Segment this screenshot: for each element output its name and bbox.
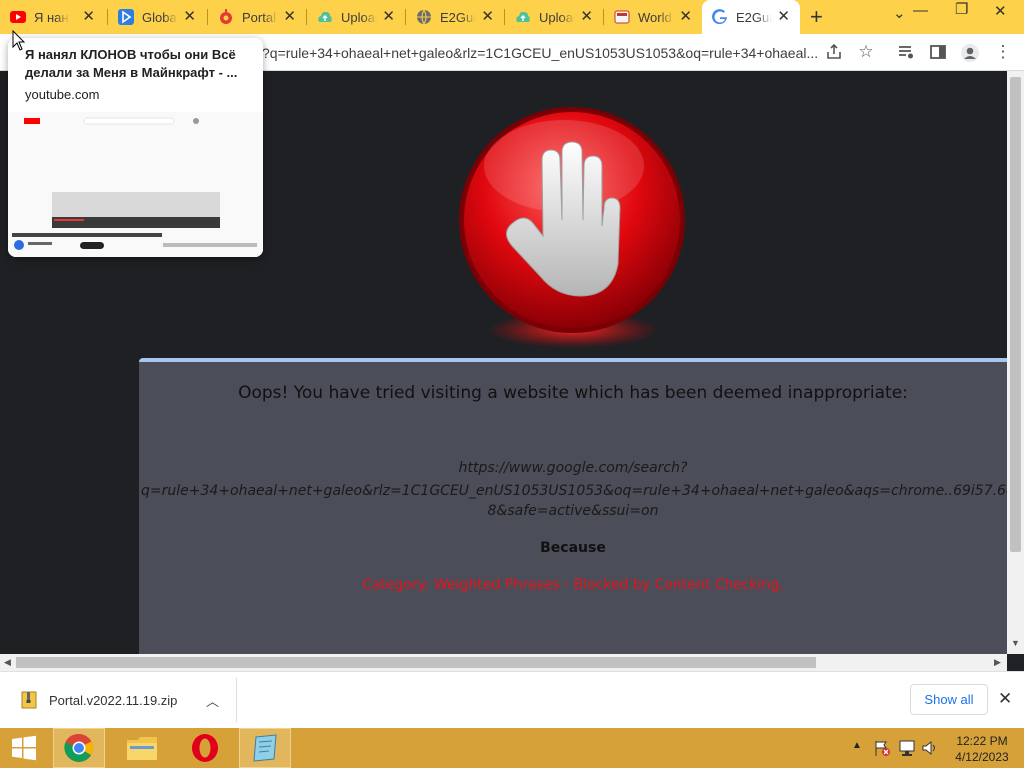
bookmark-star-icon[interactable]: ☆ — [857, 43, 875, 61]
close-tab-icon[interactable]: ✕ — [679, 9, 692, 25]
horizontal-scrollbar[interactable]: ◀ ▶ — [0, 654, 1007, 671]
new-tab-icon[interactable]: + — [810, 4, 823, 30]
close-downloads-icon[interactable]: ✕ — [998, 689, 1012, 709]
tab-strip: Я нанял ✕ Global ✕ Portal ✕ Upload ✕ E2G… — [0, 0, 1024, 34]
close-tab-icon[interactable]: ✕ — [82, 9, 95, 25]
youtube-icon — [10, 9, 26, 25]
minimize-icon[interactable]: — — [913, 2, 928, 19]
windows-logo-icon — [12, 735, 36, 761]
folder-icon — [127, 737, 157, 760]
clock-time: 12:22 PM — [956, 734, 1008, 748]
tray-expand-icon[interactable]: ▲ — [852, 740, 862, 751]
divider — [236, 678, 237, 722]
google-icon — [712, 9, 728, 25]
opera-icon — [192, 734, 218, 762]
tab-world[interactable]: World ✕ — [604, 0, 702, 34]
close-tab-icon[interactable]: ✕ — [283, 9, 296, 25]
tab-title: Upload — [539, 9, 575, 25]
play-icon — [118, 9, 134, 25]
profile-avatar-icon[interactable] — [960, 43, 979, 62]
hover-card-preview — [8, 112, 263, 257]
tab-e2guard-active[interactable]: E2Guard ✕ — [702, 0, 800, 34]
tab-portal[interactable]: Portal ✕ — [208, 0, 306, 34]
horizontal-scroll-thumb[interactable] — [16, 657, 816, 668]
tab-title: E2Guard — [440, 9, 476, 25]
share-icon[interactable] — [825, 43, 843, 61]
opera-taskbar-button[interactable] — [179, 728, 231, 768]
blocked-url: https://www.google.com/search? — [458, 460, 688, 476]
taskbar: ▲ 12:22 PM 4/12/2023 — [0, 728, 1024, 768]
address-bar[interactable]: ?q=rule+34+ohaeal+net+galeo&rlz=1C1GCEU_… — [262, 45, 818, 61]
chrome-icon — [64, 733, 94, 762]
close-window-icon[interactable]: ✕ — [994, 2, 1007, 20]
block-category: Category: Weighted Phrases - Blocked by … — [362, 577, 784, 593]
tab-title: World — [638, 9, 672, 25]
block-heading: Oops! You have tried visiting a website … — [238, 383, 908, 403]
reading-list-icon[interactable] — [897, 43, 915, 61]
downloads-bar: Portal.v2022.11.19.zip ︿ Show all ✕ — [0, 671, 1024, 728]
blocked-url: 8&safe=active&ssui=on — [487, 503, 659, 519]
network-icon[interactable] — [898, 739, 916, 762]
system-clock[interactable]: 12:22 PM 4/12/2023 — [950, 733, 1014, 765]
vertical-scrollbar[interactable]: ▼ — [1007, 71, 1024, 654]
restore-icon[interactable]: ❐ — [955, 0, 968, 18]
close-tab-icon[interactable]: ✕ — [481, 9, 494, 25]
zip-file-icon — [21, 691, 37, 714]
chevron-up-icon[interactable]: ︿ — [206, 691, 219, 710]
scroll-left-arrow-icon[interactable]: ◀ — [4, 657, 11, 668]
because-label: Because — [540, 540, 606, 556]
notepad-icon — [253, 734, 277, 762]
block-message-panel: Oops! You have tried visiting a website … — [139, 358, 1007, 654]
download-filename[interactable]: Portal.v2022.11.19.zip — [49, 693, 177, 708]
action-center-flag-icon[interactable] — [873, 739, 891, 762]
more-menu-icon[interactable]: ⋮ — [994, 43, 1012, 61]
tab-title: Upload — [341, 9, 377, 25]
tab-upload-2[interactable]: Upload ✕ — [505, 0, 603, 34]
vertical-scroll-thumb[interactable] — [1010, 77, 1021, 552]
tab-youtube[interactable]: Я нанял ✕ — [0, 0, 105, 34]
scroll-down-arrow-icon[interactable]: ▼ — [1011, 638, 1020, 648]
tab-search-chevron-icon[interactable]: ⌄ — [893, 4, 906, 22]
tab-title: Portal — [242, 9, 276, 25]
tab-e2guard[interactable]: E2Guard ✕ — [406, 0, 504, 34]
world-icon — [614, 9, 630, 25]
close-tab-icon[interactable]: ✕ — [777, 9, 790, 25]
hover-card-domain: youtube.com — [25, 87, 100, 102]
start-button[interactable] — [0, 728, 48, 768]
mouse-cursor-icon — [12, 29, 26, 57]
file-explorer-taskbar-button[interactable] — [116, 728, 168, 768]
side-panel-icon[interactable] — [929, 43, 947, 61]
volume-icon[interactable] — [921, 739, 939, 762]
upload-icon — [317, 9, 333, 25]
portal-icon — [218, 9, 234, 25]
close-tab-icon[interactable]: ✕ — [580, 9, 593, 25]
upload-icon — [515, 9, 531, 25]
tab-title: E2Guard — [736, 9, 772, 25]
globe-icon — [416, 9, 432, 25]
stop-hand-icon — [452, 104, 694, 352]
notepad-taskbar-button[interactable] — [239, 728, 291, 768]
tab-title: Global — [142, 9, 178, 25]
show-all-button[interactable]: Show all — [910, 684, 988, 715]
tab-title: Я нанял — [34, 9, 70, 25]
clock-date: 4/12/2023 — [955, 750, 1009, 764]
close-tab-icon[interactable]: ✕ — [183, 9, 196, 25]
close-tab-icon[interactable]: ✕ — [382, 9, 395, 25]
chrome-taskbar-button[interactable] — [53, 728, 105, 768]
hover-card-title: Я нанял КЛОНОВ чтобы они Всё делали за М… — [25, 47, 238, 80]
tab-upload[interactable]: Upload ✕ — [307, 0, 405, 34]
scroll-right-arrow-icon[interactable]: ▶ — [994, 657, 1001, 668]
tab-global[interactable]: Global ✕ — [108, 0, 206, 34]
blocked-url: q=rule+34+ohaeal+net+galeo&rlz=1C1GCEU_e… — [141, 483, 1007, 499]
tab-hover-card: Я нанял КЛОНОВ чтобы они Всё делали за М… — [8, 38, 263, 257]
